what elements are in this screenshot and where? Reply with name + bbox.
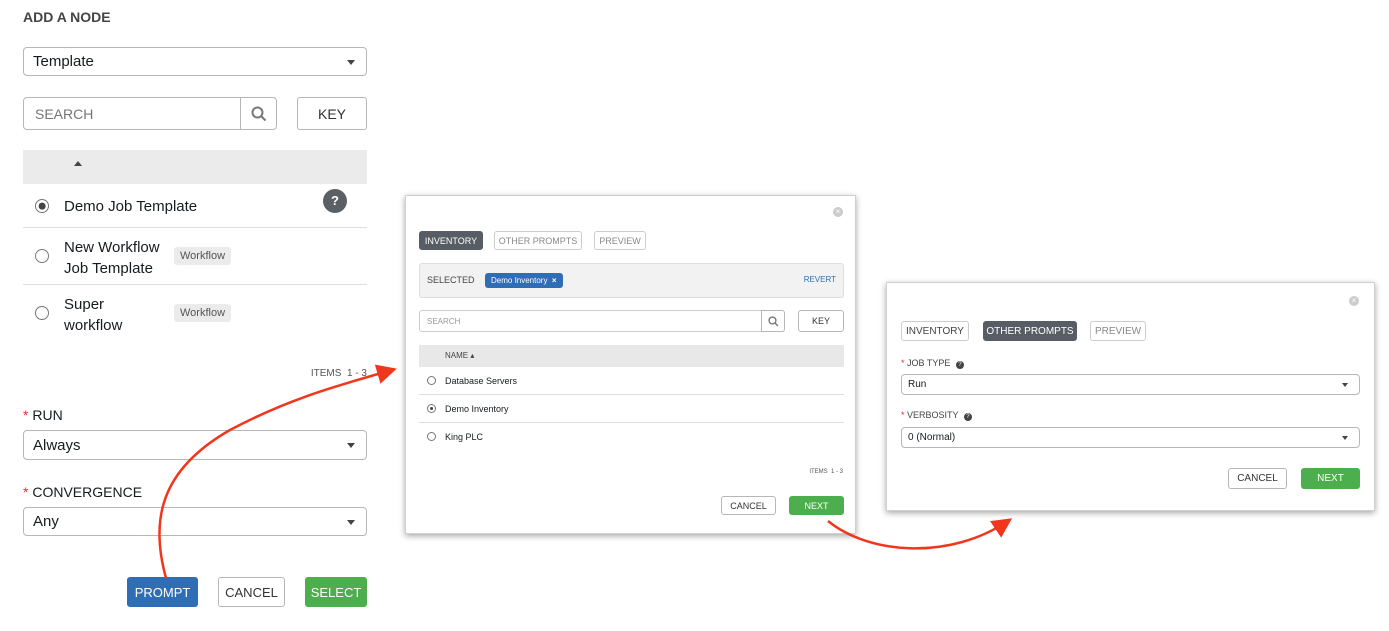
flow-arrows <box>158 364 1013 579</box>
arrow-prompt-to-inventory <box>158 364 397 579</box>
arrow-next-to-prompts <box>827 518 1013 550</box>
